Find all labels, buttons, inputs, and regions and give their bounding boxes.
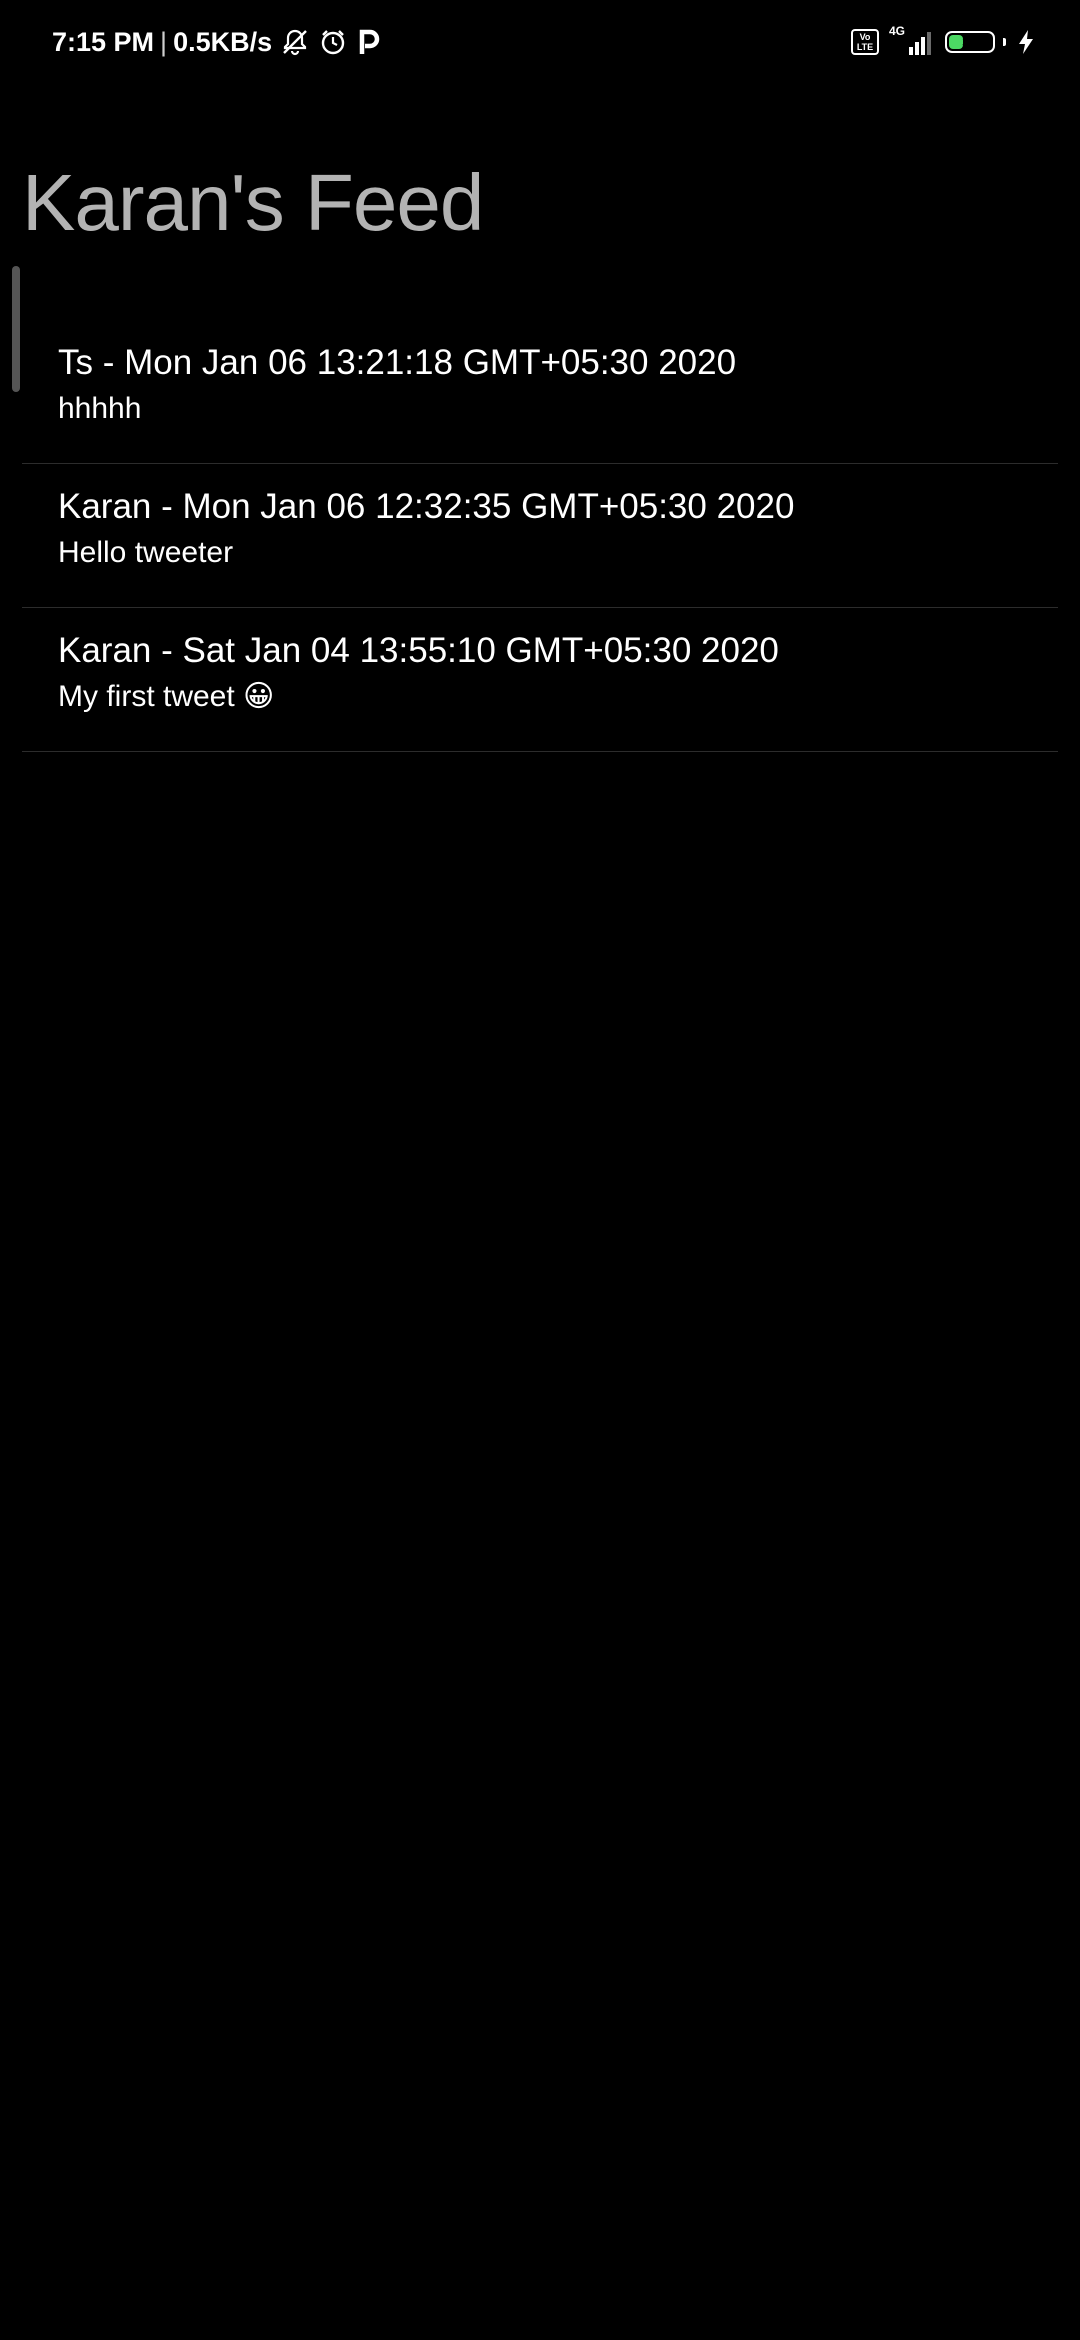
scrollbar-thumb[interactable] bbox=[12, 266, 20, 392]
list-item[interactable]: Ts - Mon Jan 06 13:21:18 GMT+05:30 2020 … bbox=[22, 320, 1058, 464]
tweet-body: Hello tweeter bbox=[58, 536, 234, 569]
alarm-icon bbox=[318, 27, 348, 57]
status-bar-left: 7:15 PM | 0.5KB/s bbox=[52, 24, 382, 60]
list-item[interactable]: Karan - Sat Jan 04 13:55:10 GMT+05:30 20… bbox=[22, 608, 1058, 752]
battery-icon: 39 bbox=[945, 31, 995, 53]
list-item[interactable]: Karan - Mon Jan 06 12:32:35 GMT+05:30 20… bbox=[22, 464, 1058, 608]
status-separator: | bbox=[160, 26, 168, 57]
mute-icon bbox=[280, 27, 310, 57]
bolt-icon bbox=[1016, 28, 1036, 56]
network-type: 4G bbox=[888, 24, 905, 38]
tweet-header: Karan - Mon Jan 06 12:32:35 GMT+05:30 20… bbox=[58, 487, 795, 526]
status-net-speed: 0.5KB/s bbox=[173, 26, 273, 57]
page-title: Karan's Feed bbox=[22, 158, 484, 247]
battery-percent: 39 bbox=[962, 34, 978, 50]
p-app-icon bbox=[356, 27, 382, 57]
status-time: 7:15 PM bbox=[52, 26, 155, 57]
tweet-body: hhhhh bbox=[58, 392, 142, 425]
feed-list[interactable]: Ts - Mon Jan 06 13:21:18 GMT+05:30 2020 … bbox=[22, 320, 1058, 752]
tweet-header: Ts - Mon Jan 06 13:21:18 GMT+05:30 2020 bbox=[58, 343, 737, 382]
status-bar-right: Vo LTE 4G 39 bbox=[850, 24, 1036, 60]
battery-cap bbox=[1003, 38, 1006, 46]
signal-icon bbox=[907, 29, 931, 55]
tweet-header: Karan - Sat Jan 04 13:55:10 GMT+05:30 20… bbox=[58, 631, 779, 670]
tweet-body: My first tweet 😀 bbox=[58, 680, 275, 713]
status-bar: 7:15 PM | 0.5KB/s Vo LTE 4G 39 bbox=[0, 0, 1080, 84]
volte-icon: Vo LTE bbox=[850, 29, 879, 55]
